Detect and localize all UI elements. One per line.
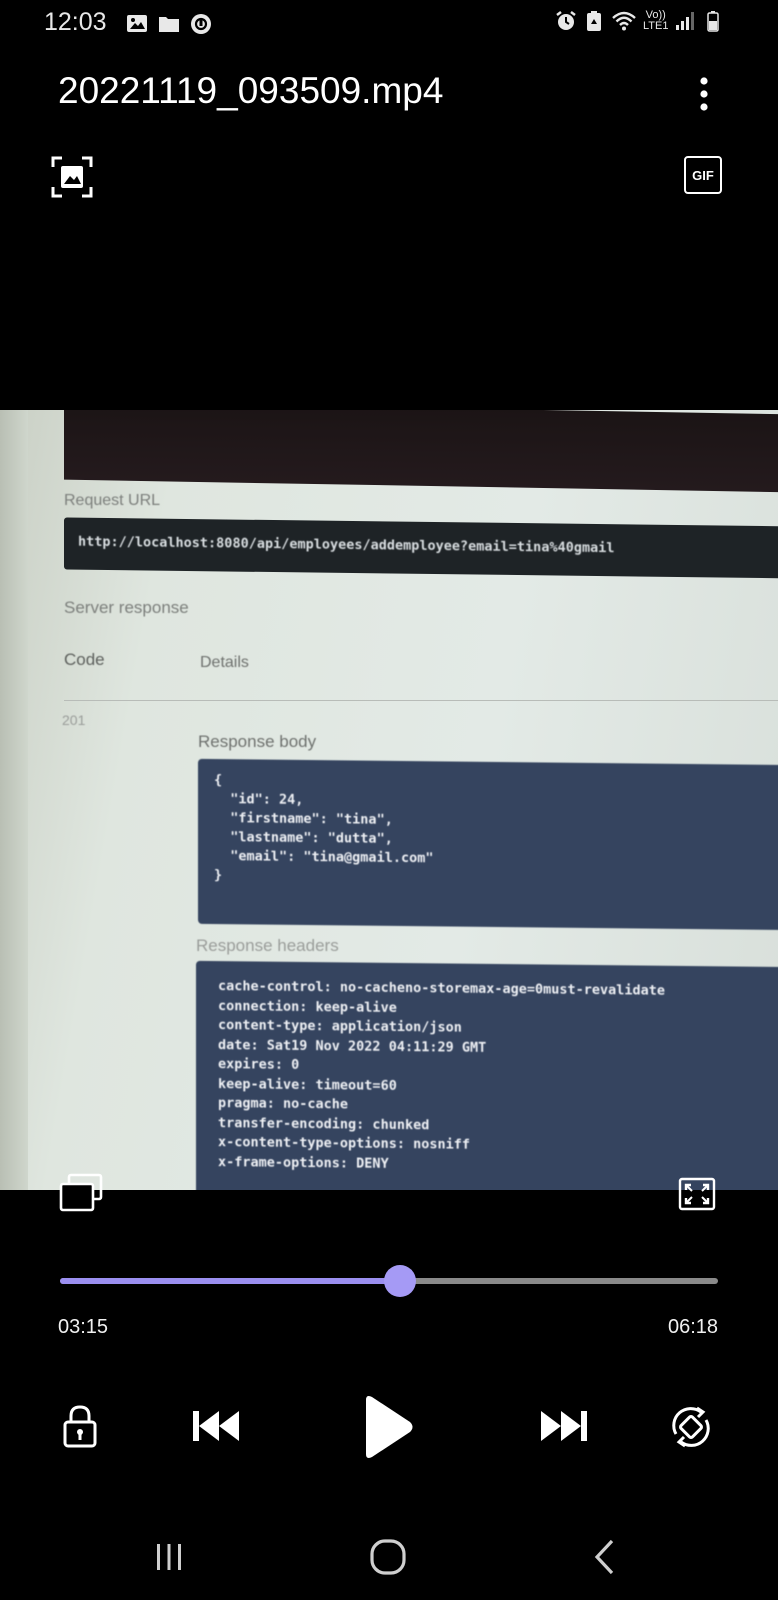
status-notification-icons	[126, 13, 212, 35]
video-title: 20221119_093509.mp4	[58, 70, 444, 111]
previous-icon[interactable]	[190, 1408, 242, 1444]
server-response-label: Server response	[64, 598, 189, 617]
battery-icon	[707, 11, 720, 32]
home-icon[interactable]	[368, 1537, 408, 1577]
response-headers: cache-control: no-cacheno-storemax-age=0…	[196, 960, 778, 1190]
code-header: Code	[64, 650, 105, 669]
response-headers-label: Response headers	[196, 936, 339, 955]
status-time: 12:03	[44, 8, 107, 36]
response-body: { "id": 24, "firstname": "tina", "lastna…	[198, 758, 778, 931]
monitor-edge	[0, 410, 28, 1190]
response-code: 201	[62, 712, 86, 728]
table-divider	[64, 700, 778, 701]
response-body-label: Response body	[198, 732, 317, 751]
play-icon[interactable]	[360, 1394, 416, 1460]
lock-icon[interactable]	[62, 1404, 98, 1448]
screen-ratio-icon[interactable]	[678, 1177, 716, 1211]
request-url-box: http://localhost:8080/api/employees/adde…	[64, 517, 778, 579]
status-system-icons: Vo)) LTE1	[555, 10, 724, 32]
total-time: 06:18	[668, 1316, 719, 1338]
video-frame[interactable]: Request URL http://localhost:8080/api/em…	[0, 410, 778, 1190]
more-options-icon[interactable]	[686, 74, 722, 114]
wifi-icon	[612, 11, 636, 31]
popup-player-icon[interactable]	[58, 1173, 104, 1213]
seek-thumb[interactable]	[383, 1265, 416, 1297]
signal-icon	[676, 12, 695, 30]
battery-saver-icon	[587, 11, 601, 31]
network-type-label: Vo)) LTE1	[643, 9, 669, 32]
rotate-icon[interactable]	[668, 1404, 714, 1450]
seek-progress	[60, 1278, 400, 1284]
seek-bar[interactable]	[60, 1265, 718, 1297]
gallery-icon	[127, 15, 147, 32]
folder-icon	[159, 17, 179, 32]
current-time: 03:15	[58, 1316, 109, 1338]
next-icon[interactable]	[538, 1408, 590, 1444]
request-url-label: Request URL	[64, 492, 161, 509]
back-icon[interactable]	[590, 1537, 618, 1577]
details-header: Details	[200, 654, 249, 671]
recents-icon[interactable]	[150, 1540, 188, 1574]
browser-dark-band	[64, 410, 778, 493]
sync-icon	[191, 14, 211, 34]
alarm-icon	[556, 11, 576, 30]
request-url-text: http://localhost:8080/api/employees/adde…	[78, 533, 615, 557]
gif-button[interactable]: GIF	[684, 156, 722, 194]
capture-frame-icon[interactable]	[50, 155, 94, 199]
